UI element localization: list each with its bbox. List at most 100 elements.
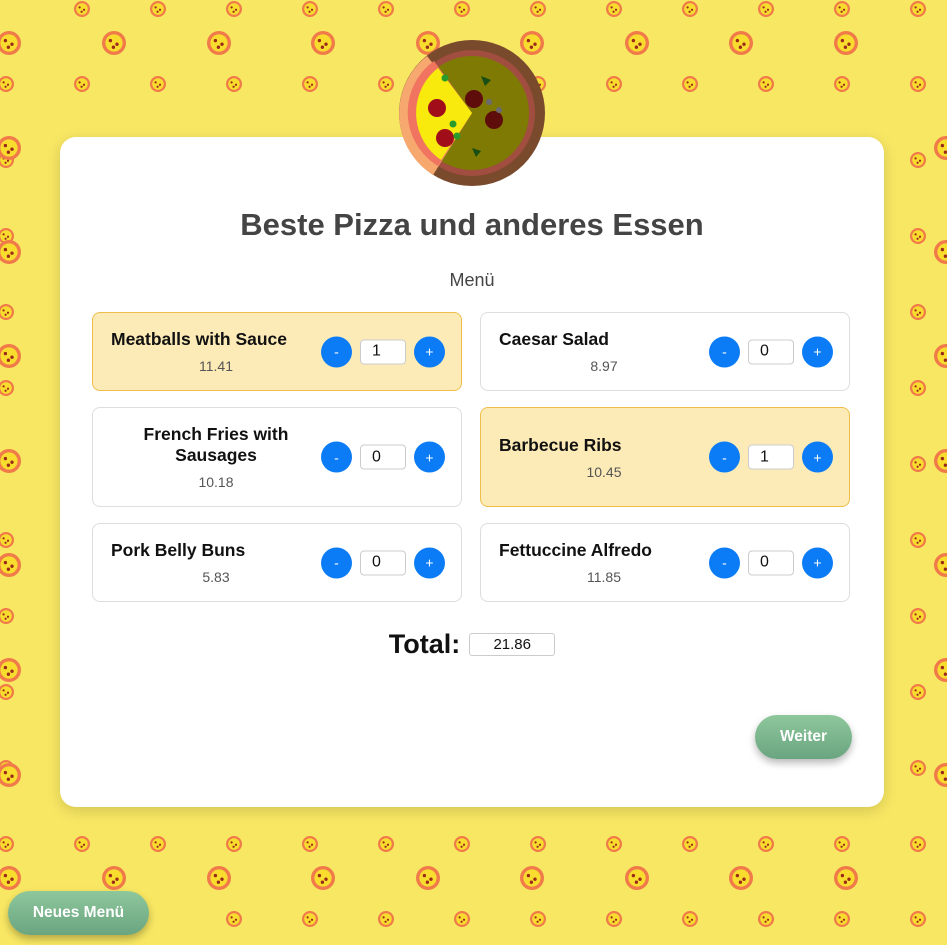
pizza-pattern-icon bbox=[0, 866, 21, 890]
quantity-input[interactable]: 1 bbox=[748, 444, 794, 470]
pizza-pattern-icon bbox=[910, 456, 926, 472]
pizza-pattern-icon bbox=[834, 836, 850, 852]
pizza-pattern-icon bbox=[74, 836, 90, 852]
pizza-pattern-icon bbox=[378, 836, 394, 852]
pizza-pattern-icon bbox=[834, 1, 850, 17]
pizza-pattern-icon bbox=[834, 866, 858, 890]
pizza-pattern-icon bbox=[0, 449, 21, 473]
page-title: Beste Pizza und anderes Essen bbox=[240, 207, 704, 242]
pizza-pattern-icon bbox=[729, 866, 753, 890]
quantity-input[interactable]: 0 bbox=[360, 550, 406, 575]
menu-card: Beste Pizza und anderes Essen Menü Meatb… bbox=[60, 137, 884, 807]
decrease-button[interactable]: - bbox=[321, 336, 352, 367]
item-price: 11.85 bbox=[587, 569, 621, 585]
increase-button[interactable]: + bbox=[802, 441, 833, 473]
decrease-button[interactable]: - bbox=[321, 441, 352, 473]
pizza-pattern-icon bbox=[0, 31, 21, 55]
next-button[interactable]: Weiter bbox=[755, 715, 852, 759]
pizza-pattern-icon bbox=[530, 1, 546, 17]
quantity-input[interactable]: 1 bbox=[360, 339, 406, 364]
item-name: Barbecue Ribs bbox=[499, 434, 622, 455]
menu-item: Caesar Salad 8.97 - 0 + bbox=[480, 312, 850, 391]
pizza-pattern-icon bbox=[0, 380, 14, 396]
pizza-pattern-icon bbox=[910, 911, 926, 927]
pizza-pattern-icon bbox=[910, 76, 926, 92]
pizza-pattern-icon bbox=[311, 31, 335, 55]
pizza-pattern-icon bbox=[910, 760, 926, 776]
pizza-pattern-icon bbox=[934, 763, 947, 787]
pizza-pattern-icon bbox=[625, 31, 649, 55]
increase-button[interactable]: + bbox=[414, 441, 445, 473]
pizza-pattern-icon bbox=[0, 836, 14, 852]
menu-subtitle: Menü bbox=[449, 270, 495, 290]
pizza-pattern-icon bbox=[150, 76, 166, 92]
pizza-pattern-icon bbox=[910, 152, 926, 168]
pizza-pattern-icon bbox=[834, 31, 858, 55]
pizza-pattern-icon bbox=[758, 911, 774, 927]
pizza-pattern-icon bbox=[74, 76, 90, 92]
item-name: Caesar Salad bbox=[499, 329, 609, 349]
quantity-input[interactable]: 0 bbox=[360, 444, 406, 470]
pizza-pattern-icon bbox=[729, 31, 753, 55]
total-value: 21.86 bbox=[469, 633, 556, 656]
decrease-button[interactable]: - bbox=[709, 336, 740, 367]
increase-button[interactable]: + bbox=[414, 547, 445, 578]
pizza-pattern-icon bbox=[226, 1, 242, 17]
pizza-pattern-icon bbox=[934, 344, 947, 368]
pizza-pattern-icon bbox=[758, 836, 774, 852]
pizza-pattern-icon bbox=[0, 304, 14, 320]
pizza-pattern-icon bbox=[606, 76, 622, 92]
pizza-icon bbox=[399, 40, 545, 186]
pizza-pattern-icon bbox=[606, 911, 622, 927]
pizza-pattern-icon bbox=[102, 866, 126, 890]
pizza-pattern-icon bbox=[311, 866, 335, 890]
pizza-pattern-icon bbox=[682, 1, 698, 17]
pizza-pattern-icon bbox=[758, 1, 774, 17]
quantity-input[interactable]: 0 bbox=[748, 550, 794, 575]
pizza-pattern-icon bbox=[682, 836, 698, 852]
pizza-pattern-icon bbox=[416, 866, 440, 890]
pizza-pattern-icon bbox=[302, 836, 318, 852]
increase-button[interactable]: + bbox=[414, 336, 445, 367]
menu-item: Fettuccine Alfredo 11.85 - 0 + bbox=[480, 523, 850, 602]
pizza-pattern-icon bbox=[934, 553, 947, 577]
pizza-pattern-icon bbox=[150, 836, 166, 852]
item-name: Fettuccine Alfredo bbox=[499, 540, 652, 560]
pizza-pattern-icon bbox=[378, 1, 394, 17]
pizza-pattern-icon bbox=[378, 911, 394, 927]
pizza-pattern-icon bbox=[0, 136, 21, 160]
decrease-button[interactable]: - bbox=[709, 441, 740, 473]
pizza-pattern-icon bbox=[0, 240, 21, 264]
decrease-button[interactable]: - bbox=[321, 547, 352, 578]
pizza-pattern-icon bbox=[758, 76, 774, 92]
increase-button[interactable]: + bbox=[802, 336, 833, 367]
pizza-pattern-icon bbox=[910, 228, 926, 244]
pizza-pattern-icon bbox=[226, 76, 242, 92]
menu-item: Barbecue Ribs 10.45 - 1 + bbox=[480, 407, 850, 507]
pizza-pattern-icon bbox=[910, 684, 926, 700]
pizza-pattern-icon bbox=[834, 911, 850, 927]
pizza-pattern-icon bbox=[454, 911, 470, 927]
pizza-pattern-icon bbox=[520, 866, 544, 890]
pizza-pattern-icon bbox=[606, 1, 622, 17]
pizza-pattern-icon bbox=[0, 763, 21, 787]
pizza-pattern-icon bbox=[74, 1, 90, 17]
total-row: Total: 21.86 bbox=[60, 629, 884, 660]
item-name: Pork Belly Buns bbox=[111, 540, 246, 560]
pizza-pattern-icon bbox=[226, 836, 242, 852]
item-price: 5.83 bbox=[202, 569, 230, 585]
pizza-pattern-icon bbox=[934, 449, 947, 473]
pizza-pattern-icon bbox=[102, 31, 126, 55]
quantity-input[interactable]: 0 bbox=[748, 339, 794, 364]
pizza-pattern-icon bbox=[302, 1, 318, 17]
item-price: 10.45 bbox=[586, 463, 622, 480]
new-menu-button[interactable]: Neues Menü bbox=[8, 891, 149, 935]
pizza-pattern-icon bbox=[910, 1, 926, 17]
pizza-pattern-icon bbox=[302, 76, 318, 92]
pizza-pattern-icon bbox=[934, 658, 947, 682]
increase-button[interactable]: + bbox=[802, 547, 833, 578]
decrease-button[interactable]: - bbox=[709, 547, 740, 578]
pizza-pattern-icon bbox=[0, 532, 14, 548]
pizza-pattern-icon bbox=[207, 866, 231, 890]
menu-item: Pork Belly Buns 5.83 - 0 + bbox=[92, 523, 462, 602]
